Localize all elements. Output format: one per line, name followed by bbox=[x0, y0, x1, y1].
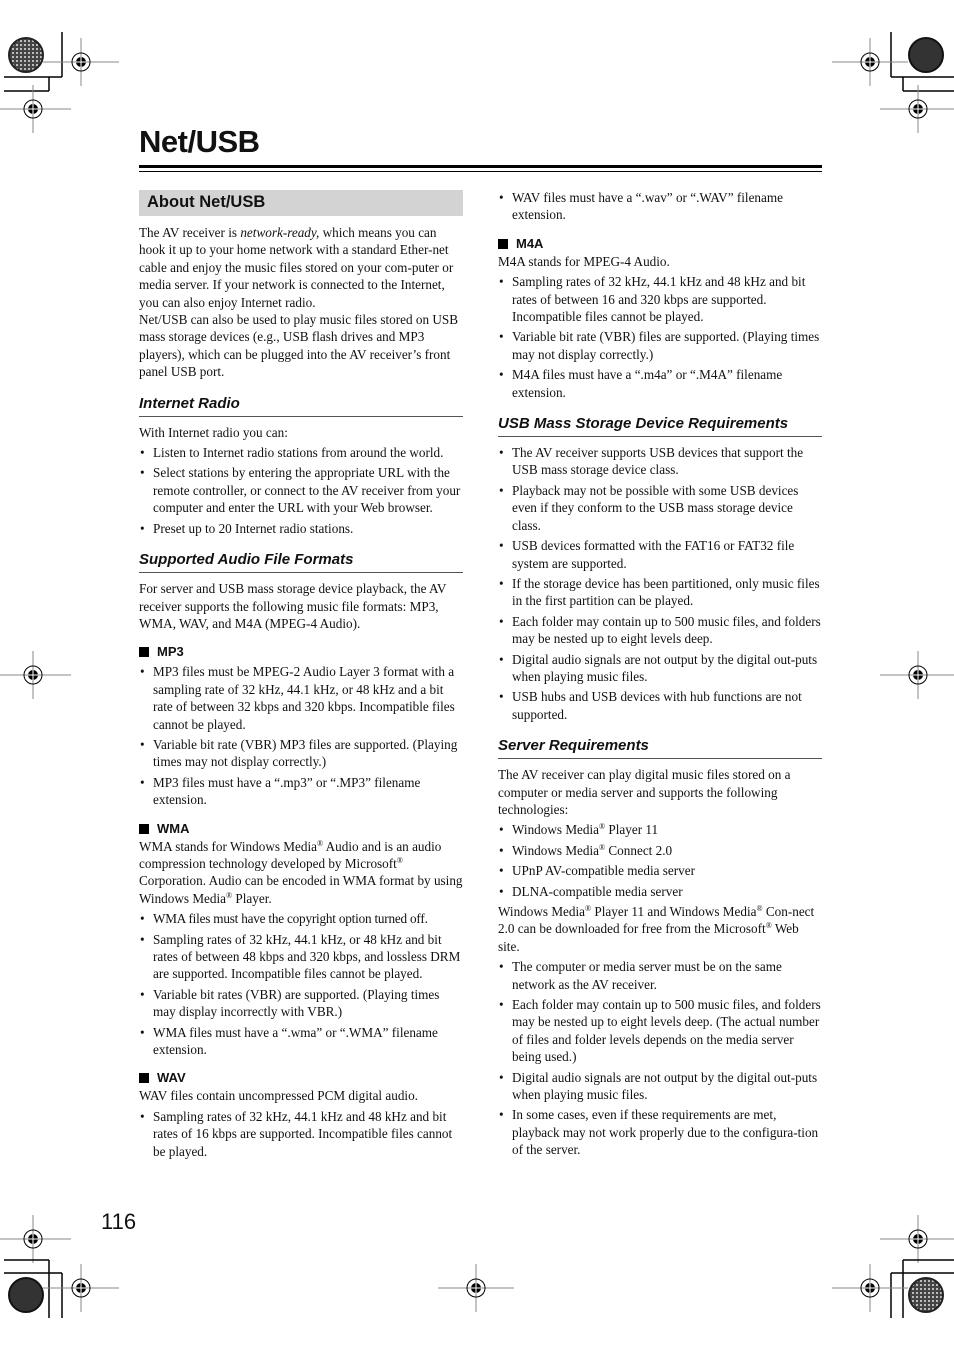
format-heading-m4a: M4A bbox=[498, 236, 822, 252]
list-item: USB devices formatted with the FAT16 or … bbox=[498, 537, 822, 572]
wav-list-part1: Sampling rates of 32 kHz, 44.1 kHz and 4… bbox=[139, 1108, 463, 1160]
list-item: USB hubs and USB devices with hub functi… bbox=[498, 688, 822, 723]
server-download-note: Windows Media® Player 11 and Windows Med… bbox=[498, 904, 815, 954]
list-item: Variable bit rates (VBR) are supported. … bbox=[139, 986, 463, 1021]
page-number: 116 bbox=[101, 1209, 137, 1234]
heading-supported-formats: Supported Audio File Formats bbox=[139, 551, 463, 574]
list-item: Preset up to 20 Internet radio stations. bbox=[139, 520, 463, 538]
list-item: Select stations by entering the appropri… bbox=[139, 464, 463, 516]
heading-internet-radio: Internet Radio bbox=[139, 395, 463, 417]
usb-requirements-list: The AV receiver supports USB devices tha… bbox=[498, 444, 822, 723]
list-item: Sampling rates of 32 kHz, 44.1 kHz and 4… bbox=[498, 273, 822, 325]
list-item: DLNA-compatible media server bbox=[498, 883, 822, 901]
right-column: WAV files must have a “.wav” or “.WAV” f… bbox=[498, 186, 822, 1159]
list-item: Variable bit rate (VBR) files are suppor… bbox=[498, 328, 822, 363]
heading-usb-requirements: USB Mass Storage Device Requirements bbox=[498, 415, 822, 438]
format-heading-wma: WMA bbox=[139, 821, 463, 837]
mp3-list: MP3 files must be MPEG-2 Audio Layer 3 f… bbox=[139, 663, 463, 808]
list-item: WMA files must have the copyright option… bbox=[139, 910, 463, 928]
list-item: M4A files must have a “.m4a” or “.M4A” f… bbox=[498, 366, 822, 401]
server-intro: The AV receiver can play digital music f… bbox=[498, 767, 791, 817]
list-item: Each folder may contain up to 500 music … bbox=[498, 996, 822, 1066]
square-bullet-icon bbox=[139, 823, 149, 834]
list-item: MP3 files must be MPEG-2 Audio Layer 3 f… bbox=[139, 663, 463, 733]
wma-intro: WMA stands for Windows Media® Audio and … bbox=[139, 838, 463, 906]
about-paragraph-2: Net/USB can also be used to play music f… bbox=[139, 312, 459, 380]
list-item: In some cases, even if these requirement… bbox=[498, 1106, 822, 1158]
square-bullet-icon bbox=[139, 1073, 149, 1084]
internet-radio-intro: With Internet radio you can: bbox=[139, 424, 288, 440]
page-title: Net/USB bbox=[139, 124, 260, 159]
list-item: Variable bit rate (VBR) MP3 files are su… bbox=[139, 736, 463, 771]
list-item: Windows Media® Player 11 bbox=[498, 821, 822, 839]
list-item: Windows Media® Connect 2.0 bbox=[498, 842, 822, 860]
wav-intro: WAV files contain uncompressed PCM digit… bbox=[139, 1088, 418, 1104]
square-bullet-icon bbox=[498, 238, 508, 249]
list-item: Digital audio signals are not output by … bbox=[498, 651, 822, 686]
wma-list: WMA files must have the copyright option… bbox=[139, 910, 463, 1058]
list-item: Sampling rates of 32 kHz, 44.1 kHz and 4… bbox=[139, 1108, 463, 1160]
color-wheel-icon bbox=[908, 1277, 944, 1313]
internet-radio-list: Listen to Internet radio stations from a… bbox=[139, 444, 463, 537]
square-bullet-icon bbox=[139, 647, 149, 658]
color-wheel-icon bbox=[8, 37, 44, 73]
list-item: WMA files must have a “.wma” or “.WMA” f… bbox=[139, 1024, 463, 1059]
list-item: MP3 files must have a “.mp3” or “.MP3” f… bbox=[139, 774, 463, 809]
list-item: The AV receiver supports USB devices tha… bbox=[498, 444, 822, 479]
about-paragraph-1: The AV receiver is network-ready, which … bbox=[139, 225, 454, 310]
section-banner-about: About Net/USB bbox=[139, 190, 463, 216]
m4a-intro: M4A stands for MPEG-4 Audio. bbox=[498, 253, 670, 269]
format-heading-wav: WAV bbox=[139, 1070, 463, 1086]
wav-list-part2: WAV files must have a “.wav” or “.WAV” f… bbox=[498, 189, 822, 224]
color-wheel-icon bbox=[8, 1277, 44, 1313]
title-rule-thin bbox=[139, 171, 822, 172]
list-item: UPnP AV-compatible media server bbox=[498, 862, 822, 880]
list-item: Sampling rates of 32 kHz, 44.1 kHz, or 4… bbox=[139, 931, 463, 983]
m4a-list: Sampling rates of 32 kHz, 44.1 kHz and 4… bbox=[498, 273, 822, 401]
format-heading-mp3: MP3 bbox=[139, 644, 463, 660]
list-item: The computer or media server must be on … bbox=[498, 958, 822, 993]
list-item: Digital audio signals are not output by … bbox=[498, 1069, 822, 1104]
list-item: Each folder may contain up to 500 music … bbox=[498, 613, 822, 648]
left-column: About Net/USB The AV receiver is network… bbox=[139, 190, 463, 1160]
list-item: WAV files must have a “.wav” or “.WAV” f… bbox=[498, 189, 822, 224]
color-wheel-icon bbox=[908, 37, 944, 73]
server-requirements-list: The computer or media server must be on … bbox=[498, 958, 822, 1158]
list-item: Playback may not be possible with some U… bbox=[498, 482, 822, 534]
formats-intro: For server and USB mass storage device p… bbox=[139, 581, 447, 631]
list-item: Listen to Internet radio stations from a… bbox=[139, 444, 463, 462]
title-rule bbox=[139, 165, 822, 168]
server-tech-list: Windows Media® Player 11 Windows Media® … bbox=[498, 821, 822, 900]
list-item: If the storage device has been partition… bbox=[498, 575, 822, 610]
heading-server-requirements: Server Requirements bbox=[498, 737, 822, 760]
